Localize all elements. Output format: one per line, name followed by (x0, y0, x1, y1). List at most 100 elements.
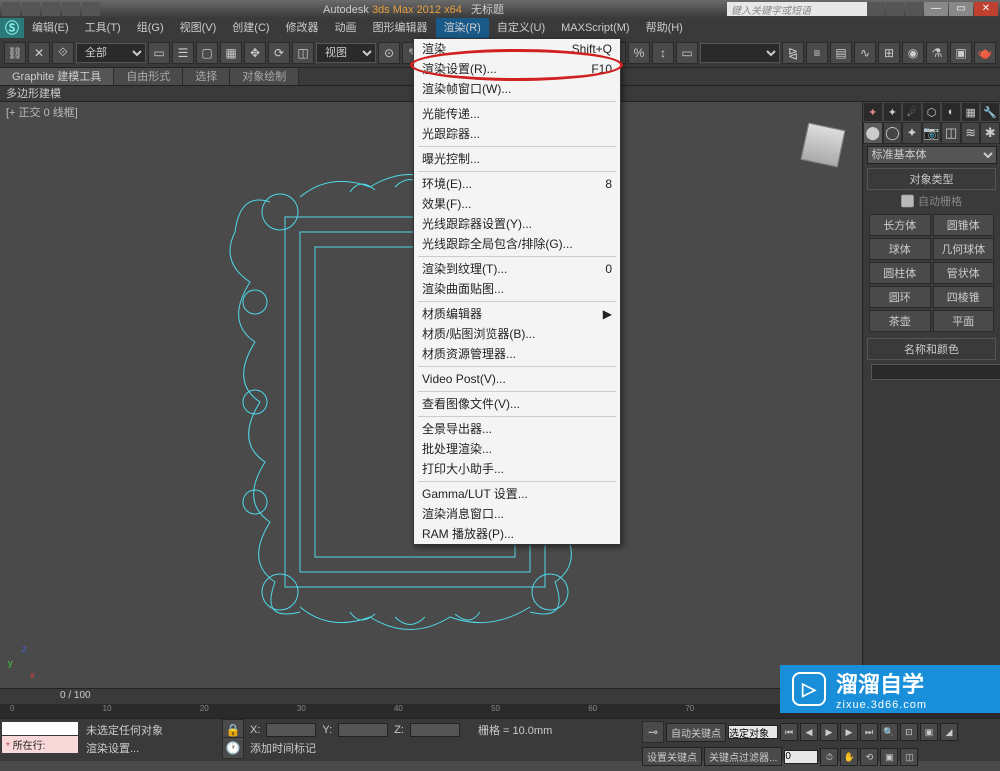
favorites-icon[interactable] (905, 2, 923, 16)
menu-item[interactable]: 全景导出器... (414, 419, 620, 439)
select-region-icon[interactable]: ▢ (196, 42, 218, 64)
menu-item[interactable]: 渲染帧窗口(W)... (414, 79, 620, 99)
lights-icon[interactable]: ✦ (902, 122, 922, 144)
helpers-icon[interactable]: ◫ (941, 122, 961, 144)
time-tag-icon[interactable]: 🕐 (222, 737, 244, 759)
selection-set[interactable] (728, 725, 778, 739)
menu-item[interactable]: RAM 播放器(P)... (414, 524, 620, 544)
window-crossing-icon[interactable]: ▦ (220, 42, 242, 64)
menu-4[interactable]: 创建(C) (224, 18, 277, 38)
systems-icon[interactable]: ✱ (980, 122, 1000, 144)
menu-item[interactable]: 批处理渲染... (414, 439, 620, 459)
ribbon-tab-3[interactable]: 对象绘制 (230, 68, 299, 85)
hierarchy-tab-icon[interactable]: ⬡ (922, 102, 942, 122)
display-tab-icon[interactable]: ▦ (961, 102, 981, 122)
auto-key-button[interactable]: 自动关键点 (666, 723, 726, 742)
move-icon[interactable]: ✥ (244, 42, 266, 64)
menu-7[interactable]: 图形编辑器 (365, 18, 436, 38)
unlink-icon[interactable]: ✕ (28, 42, 50, 64)
menu-item[interactable]: 光线跟踪全局包含/排除(G)... (414, 234, 620, 254)
menu-11[interactable]: 帮助(H) (638, 18, 691, 38)
primitive-button[interactable]: 几何球体 (933, 238, 995, 260)
mirror-icon[interactable]: ⧎ (782, 42, 804, 64)
rotate-icon[interactable]: ⟳ (268, 42, 290, 64)
qat-undo-icon[interactable] (62, 2, 80, 16)
menu-3[interactable]: 视图(V) (172, 18, 225, 38)
pivot-icon[interactable]: ⊙ (378, 42, 400, 64)
primitive-button[interactable]: 球体 (869, 238, 931, 260)
bind-icon[interactable]: ⟐ (52, 42, 74, 64)
pan-icon[interactable]: ✋ (840, 748, 858, 766)
menu-item[interactable]: 打印大小助手... (414, 459, 620, 479)
menu-6[interactable]: 动画 (327, 18, 365, 38)
minmax-icon[interactable]: ◫ (900, 748, 918, 766)
menu-item[interactable]: 光能传递... (414, 104, 620, 124)
time-config-icon[interactable]: ⏱ (820, 748, 838, 766)
zoom-all-icon[interactable]: ⊡ (900, 723, 918, 741)
qat-save-icon[interactable] (42, 2, 60, 16)
primitive-button[interactable]: 平面 (933, 310, 995, 332)
settings-icon[interactable]: ✦ (863, 102, 883, 122)
object-type-header[interactable]: 对象类型 (867, 168, 996, 190)
render-setup-icon[interactable]: ⚗ (926, 42, 948, 64)
menu-item[interactable]: 渲染Shift+Q (414, 39, 620, 59)
play-icon[interactable]: ▶ (820, 723, 838, 741)
zoom-extents-icon[interactable]: ▣ (920, 723, 938, 741)
primitive-button[interactable]: 长方体 (869, 214, 931, 236)
schematic-icon[interactable]: ⊞ (878, 42, 900, 64)
menu-item[interactable]: 光线跟踪器设置(Y)... (414, 214, 620, 234)
cameras-icon[interactable]: 📷 (922, 122, 942, 144)
motion-tab-icon[interactable]: ◐ (941, 102, 961, 122)
qat-new-icon[interactable] (2, 2, 20, 16)
render-icon[interactable]: 🫖 (974, 42, 996, 64)
scale-icon[interactable]: ◫ (292, 42, 314, 64)
app-menu-icon[interactable]: Ⓢ (0, 18, 24, 38)
menu-10[interactable]: MAXScript(M) (553, 18, 637, 38)
menu-item[interactable]: 材质/贴图浏览器(B)... (414, 324, 620, 344)
maximize-button[interactable]: ▭ (949, 2, 973, 16)
ribbon-tab-2[interactable]: 选择 (183, 68, 230, 85)
minimize-button[interactable]: — (924, 2, 948, 16)
next-frame-icon[interactable]: ▶ (840, 723, 858, 741)
prev-frame-icon[interactable]: ◀ (800, 723, 818, 741)
menu-item[interactable]: 渲染到纹理(T)...0 (414, 259, 620, 279)
goto-start-icon[interactable]: ⏮ (780, 723, 798, 741)
zoom-icon[interactable]: 🔍 (880, 723, 898, 741)
primitive-button[interactable]: 管状体 (933, 262, 995, 284)
primitive-button[interactable]: 茶壶 (869, 310, 931, 332)
coord-x-input[interactable] (266, 723, 316, 737)
category-dropdown[interactable]: 标准基本体 (867, 146, 997, 164)
create-tab-icon[interactable]: ✦ (883, 102, 903, 122)
key-mode-icon[interactable]: ⊸ (642, 721, 664, 743)
menu-8[interactable]: 渲染(R) (436, 18, 489, 38)
ribbon-tab-1[interactable]: 自由形式 (114, 68, 183, 85)
qat-open-icon[interactable] (22, 2, 40, 16)
coord-y-input[interactable] (338, 723, 388, 737)
goto-end-icon[interactable]: ⏭ (860, 723, 878, 741)
menu-item[interactable]: Gamma/LUT 设置... (414, 484, 620, 504)
menu-2[interactable]: 组(G) (129, 18, 172, 38)
align-icon[interactable]: ≡ (806, 42, 828, 64)
shapes-icon[interactable]: ◯ (883, 122, 903, 144)
script-line-row[interactable]: * 所在行: (2, 736, 78, 753)
qat-redo-icon[interactable] (82, 2, 100, 16)
primitive-button[interactable]: 圆柱体 (869, 262, 931, 284)
curve-editor-icon[interactable]: ∿ (854, 42, 876, 64)
orbit-icon[interactable]: ⟲ (860, 748, 878, 766)
render-frame-icon[interactable]: ▣ (950, 42, 972, 64)
menu-1[interactable]: 工具(T) (77, 18, 129, 38)
menu-item[interactable]: 材质资源管理器... (414, 344, 620, 364)
fov-icon[interactable]: ◢ (940, 723, 958, 741)
menu-item[interactable]: 材质编辑器▶ (414, 304, 620, 324)
selection-filter[interactable]: 全部 (76, 43, 146, 63)
help-icon[interactable] (867, 2, 885, 16)
add-time-tag[interactable]: 添加时间标记 (250, 740, 316, 756)
primitive-button[interactable]: 圆锥体 (933, 214, 995, 236)
viewport-label[interactable]: [+ 正交 0 线框] (6, 104, 78, 120)
modify-tab-icon[interactable]: ☄ (902, 102, 922, 122)
named-sel-icon[interactable]: ▭ (676, 42, 698, 64)
menu-item[interactable]: 曝光控制... (414, 149, 620, 169)
primitive-button[interactable]: 四棱锥 (933, 286, 995, 308)
object-name-input[interactable] (871, 364, 1000, 380)
menu-item[interactable]: 渲染曲面贴图... (414, 279, 620, 299)
